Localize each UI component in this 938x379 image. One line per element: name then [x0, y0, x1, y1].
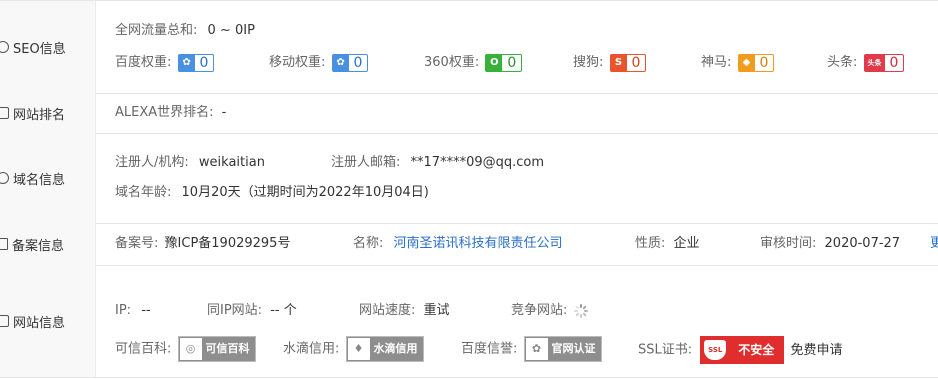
- competitor-label: 竞争网站:: [511, 303, 568, 318]
- seo-header: SEO信息: [0, 1, 96, 93]
- sogou-weight-label: 搜狗:: [573, 55, 604, 70]
- icp-row: 备案信息 备案号: 豫ICP备19029295号 名称: 河南圣诺讯科技有限责任…: [0, 223, 938, 266]
- cert-line: 可信百科: ◎ 可信百科 水滴信用: ♦ 水滴信用 百度信誉: ✿ 官网认证 S…: [115, 336, 938, 364]
- rank-header-label: 网站排名: [13, 107, 66, 123]
- age-label: 域名年龄:: [115, 185, 172, 200]
- alexa-value: -: [221, 105, 227, 120]
- company-name-link[interactable]: 河南圣诺讯科技有限责任公司: [394, 236, 563, 251]
- alexa-label: ALEXA世界排名:: [115, 105, 214, 120]
- seo-row: SEO信息 全网流量总和: 0 ~ 0IP 百度权重: ✿ 0 移动权重: ✿ …: [0, 1, 938, 94]
- seo-header-label: SEO信息: [13, 41, 66, 57]
- shenma-weight-badge[interactable]: ◆ 0: [737, 53, 775, 72]
- company-name-label: 名称:: [353, 236, 384, 251]
- mobile-weight-badge[interactable]: ✿ 0: [331, 53, 369, 72]
- domain-row: 域名信息 注册人/机构: weikaitian 注册人邮箱: **17****0…: [0, 133, 938, 224]
- shenma-weight-value: 0: [759, 54, 769, 71]
- icp-header: 备案信息: [0, 223, 96, 265]
- baidu-credit-badge-text: 官网认证: [551, 342, 596, 355]
- baidu-paw-icon: ✿: [525, 338, 548, 360]
- email-label: 注册人邮箱:: [331, 155, 401, 170]
- traffic-line: 全网流量总和: 0 ~ 0IP: [115, 21, 938, 41]
- 360-weight-value: 0: [507, 54, 517, 71]
- mobile-paw-icon: ✿: [332, 54, 349, 71]
- icp-no-value: 豫ICP备19029295号: [164, 236, 291, 251]
- baidu-credit-label: 百度信誉:: [461, 341, 518, 357]
- site-icon: [0, 315, 9, 327]
- registrant-line: 注册人/机构: weikaitian 注册人邮箱: **17****09@qq.…: [115, 153, 938, 173]
- traffic-label: 全网流量总和:: [115, 23, 198, 38]
- icp-no-label: 备案号:: [115, 236, 159, 251]
- 360-weight-label: 360权重:: [424, 55, 480, 70]
- nature-label: 性质:: [635, 236, 666, 251]
- water-drop-icon: ♦: [347, 338, 370, 360]
- shuidi-badge-text: 水滴信用: [373, 342, 418, 355]
- sogou-icon: S: [610, 54, 627, 71]
- rank-icon: [0, 107, 9, 119]
- kexin-badge-text: 可信百科: [205, 342, 250, 355]
- registrant-label: 注册人/机构:: [115, 155, 189, 170]
- same-ip-value: -- 个: [270, 303, 297, 318]
- baidu-credit-badge[interactable]: ✿ 官网认证: [523, 336, 602, 362]
- rank-header: 网站排名: [0, 93, 96, 133]
- loading-spinner-icon: [573, 303, 588, 318]
- review-date-label: 审核时间:: [760, 236, 817, 251]
- www-icon: [0, 172, 9, 184]
- seo-icon: [0, 41, 9, 53]
- age-line: 域名年龄: 10月20天（过期时间为2022年10月04日): [115, 183, 938, 203]
- registrant-value: weikaitian: [198, 155, 265, 170]
- mobile-weight-label: 移动权重:: [269, 55, 326, 70]
- site-row: 网站信息 IP: -- 同IP网站: -- 个 网站速度: 重试 竞争网站: 可…: [0, 265, 938, 378]
- toutiao-icon: 头条: [864, 54, 885, 71]
- icp-line: 备案号: 豫ICP备19029295号 名称: 河南圣诺讯科技有限责任公司 性质…: [115, 234, 938, 254]
- toutiao-weight-value: 0: [889, 54, 899, 71]
- ssl-badge-text: 不安全: [738, 343, 775, 357]
- ssl-insecure-badge[interactable]: SSL 不安全: [700, 336, 785, 364]
- baidu-weight-badge[interactable]: ✿ 0: [177, 53, 215, 72]
- site-info-panel: SEO信息 全网流量总和: 0 ~ 0IP 百度权重: ✿ 0 移动权重: ✿ …: [0, 0, 938, 379]
- ip-value: --: [141, 303, 151, 318]
- ssl-free-apply-link[interactable]: 免费申请: [790, 343, 842, 358]
- ip-line: IP: -- 同IP网站: -- 个 网站速度: 重试 竞争网站:: [115, 301, 938, 321]
- weights-line: 百度权重: ✿ 0 移动权重: ✿ 0 360权重: O 0 搜狗: S 0 神…: [115, 53, 938, 73]
- ip-label: IP:: [115, 303, 132, 318]
- baidu-weight-value: 0: [199, 54, 209, 71]
- rank-row: 网站排名 ALEXA世界排名: -: [0, 93, 938, 134]
- site-header-label: 网站信息: [13, 315, 66, 331]
- kexin-badge[interactable]: ◎ 可信百科: [177, 336, 256, 362]
- nature-value: 企业: [673, 236, 700, 251]
- shuidi-badge[interactable]: ♦ 水滴信用: [345, 336, 424, 362]
- baidu-paw-icon: ✿: [178, 54, 195, 71]
- domain-header-label: 域名信息: [13, 172, 66, 188]
- toutiao-weight-badge[interactable]: 头条 0: [863, 53, 905, 72]
- same-ip-label: 同IP网站:: [207, 303, 263, 318]
- shuidi-label: 水滴信用:: [283, 341, 340, 357]
- document-icon: [0, 238, 8, 250]
- more-link[interactable]: 更: [930, 234, 938, 254]
- speed-label: 网站速度:: [359, 303, 416, 318]
- shenma-icon: ◆: [738, 54, 755, 71]
- traffic-value: 0 ~ 0IP: [207, 23, 255, 38]
- toutiao-weight-label: 头条:: [827, 55, 858, 70]
- sogou-weight-value: 0: [631, 54, 641, 71]
- domain-header: 域名信息: [0, 133, 96, 223]
- alexa-line: ALEXA世界排名: -: [115, 103, 938, 123]
- email-value: **17****09@qq.com: [410, 155, 545, 170]
- speed-retry[interactable]: 重试: [424, 303, 450, 318]
- 360-weight-badge[interactable]: O 0: [485, 53, 523, 72]
- kexin-seal-icon: ◎: [179, 338, 202, 360]
- kexin-label: 可信百科:: [115, 341, 172, 357]
- ssl-shield-icon: SSL: [704, 340, 727, 360]
- review-date-value: 2020-07-27: [824, 236, 901, 251]
- baidu-weight-label: 百度权重:: [115, 55, 172, 70]
- 360-icon: O: [486, 54, 503, 71]
- ssl-label: SSL证书:: [638, 342, 693, 358]
- mobile-weight-value: 0: [353, 54, 363, 71]
- sogou-weight-badge[interactable]: S 0: [609, 53, 647, 72]
- shenma-weight-label: 神马:: [701, 55, 732, 70]
- icp-header-label: 备案信息: [12, 238, 65, 254]
- age-value: 10月20天（过期时间为2022年10月04日): [181, 185, 429, 200]
- site-header: 网站信息: [0, 265, 96, 377]
